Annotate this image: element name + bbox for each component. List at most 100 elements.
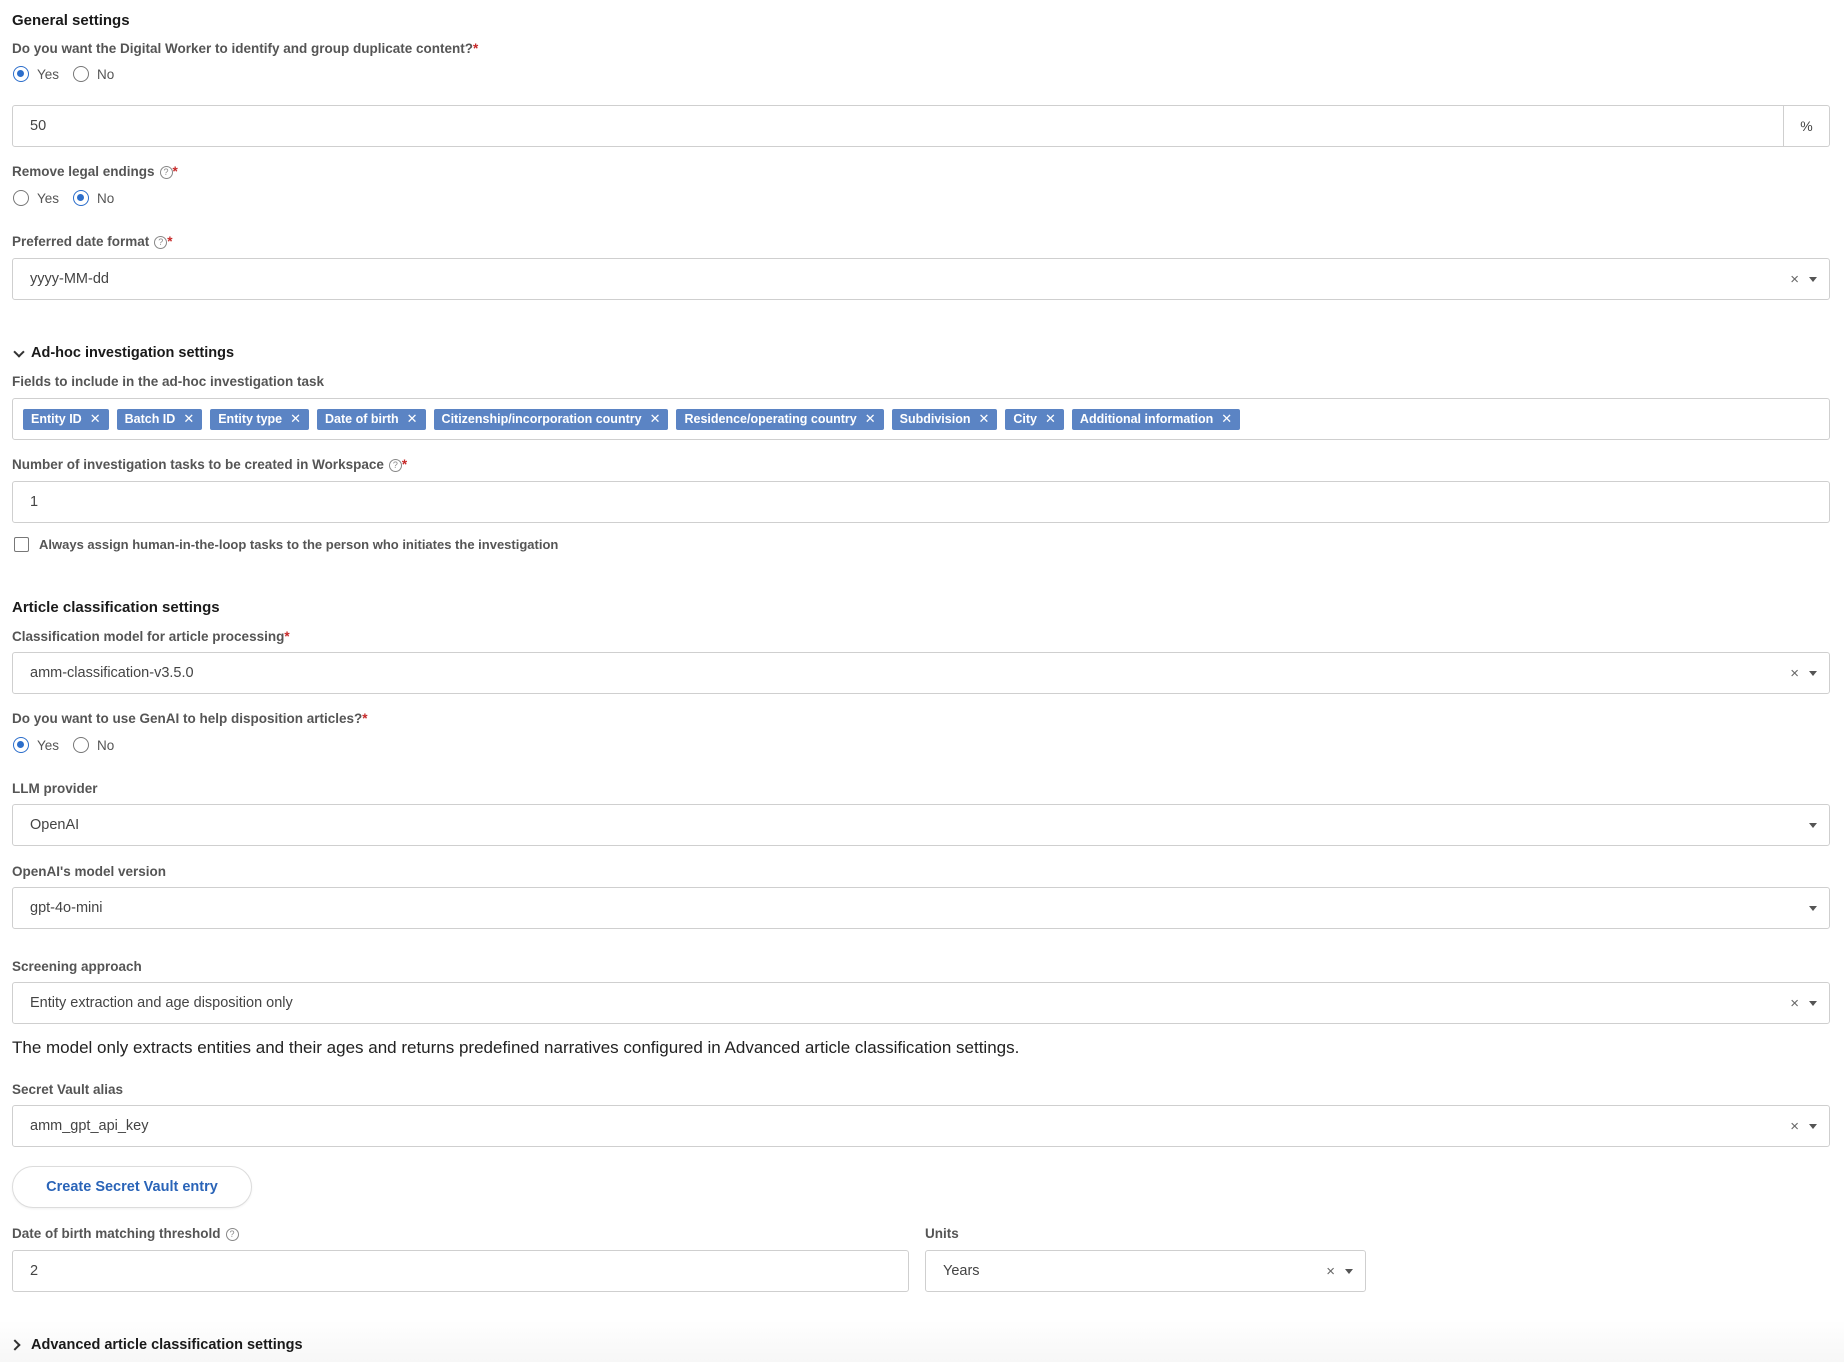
required-asterisk: *	[172, 164, 178, 179]
fields-multiselect[interactable]: Entity ID ✕ Batch ID ✕ Entity type ✕ Date o…	[12, 398, 1830, 440]
vault-alias-label: Secret Vault alias	[12, 1082, 124, 1097]
vault-alias-select[interactable]: amm_gpt_api_key ×	[12, 1105, 1830, 1147]
question-circle-icon[interactable]: ?	[159, 166, 173, 179]
genai-no-option[interactable]: No	[73, 737, 114, 753]
chip-date-of-birth: Date of birth ✕	[317, 408, 426, 430]
chip-label: Subdivision	[899, 412, 971, 426]
chip-city: City ✕	[1005, 408, 1064, 430]
vault-alias-value: amm_gpt_api_key	[30, 1118, 149, 1134]
chip-residence-country: Residence/operating country ✕	[676, 408, 884, 430]
advanced-settings-title[interactable]: Advanced article classification settings	[31, 1337, 303, 1353]
screening-approach-label: Screening approach	[12, 959, 142, 974]
chip-entity-type: Entity type ✕	[210, 408, 310, 430]
required-asterisk: *	[284, 629, 290, 644]
chip-remove-icon[interactable]: ✕	[650, 411, 661, 427]
clear-x-icon[interactable]: ×	[1790, 1118, 1799, 1135]
llm-provider-label: LLM provider	[12, 781, 98, 796]
clear-x-icon[interactable]: ×	[1790, 271, 1799, 288]
radio-icon[interactable]	[73, 737, 90, 753]
date-format-select[interactable]: yyyy-MM-dd ×	[12, 258, 1830, 300]
duplicate-yes-option[interactable]: Yes	[13, 66, 59, 82]
threshold-input-group: 50 %	[12, 105, 1830, 147]
legal-endings-radio-group: Yes No	[13, 190, 128, 206]
chip-entity-id: Entity ID ✕	[23, 408, 109, 430]
genai-question-text: Do you want to use GenAI to help disposi…	[12, 711, 363, 726]
legal-endings-no-option[interactable]: No	[73, 190, 114, 206]
chip-label: Entity type	[218, 412, 283, 426]
adhoc-settings-title[interactable]: Ad-hoc investigation settings	[31, 345, 234, 361]
chevron-down-icon[interactable]	[13, 346, 25, 358]
legal-endings-yes-option[interactable]: Yes	[13, 190, 59, 206]
caret-down-icon[interactable]	[1809, 276, 1817, 282]
question-circle-icon[interactable]: ?	[225, 1228, 239, 1241]
chip-remove-icon[interactable]: ✕	[978, 411, 989, 427]
required-asterisk: *	[362, 711, 368, 726]
model-version-value: gpt-4o-mini	[30, 900, 103, 916]
threshold-input[interactable]: 50	[12, 105, 1784, 147]
threshold-value: 50	[30, 118, 47, 134]
chip-label: Batch ID	[124, 412, 176, 426]
assign-checkbox[interactable]	[14, 537, 29, 552]
assign-checkbox-row[interactable]: Always assign human-in-the-loop tasks to…	[14, 537, 558, 552]
chevron-right-icon[interactable]	[9, 1339, 21, 1351]
radio-icon[interactable]	[73, 66, 90, 82]
chip-label: Entity ID	[31, 412, 82, 426]
caret-down-icon[interactable]	[1345, 1268, 1353, 1274]
chip-remove-icon[interactable]: ✕	[1221, 411, 1232, 427]
caret-down-icon[interactable]	[1809, 905, 1817, 911]
units-select[interactable]: Years ×	[925, 1250, 1366, 1292]
chip-additional-information: Additional information ✕	[1071, 408, 1241, 430]
clear-x-icon[interactable]: ×	[1326, 1263, 1335, 1280]
create-vault-entry-button[interactable]: Create Secret Vault entry	[12, 1166, 252, 1208]
legal-endings-label: Remove legal endings? *	[12, 164, 178, 179]
chip-remove-icon[interactable]: ✕	[183, 411, 194, 427]
screening-approach-value: Entity extraction and age disposition on…	[30, 995, 293, 1011]
llm-provider-select[interactable]: OpenAI	[12, 804, 1830, 846]
screening-description: The model only extracts entities and the…	[12, 1038, 1020, 1057]
caret-down-icon[interactable]	[1809, 1000, 1817, 1006]
caret-down-icon[interactable]	[1809, 822, 1817, 828]
chip-remove-icon[interactable]: ✕	[865, 411, 876, 427]
classification-model-text: Classification model for article process…	[12, 629, 285, 644]
required-asterisk: *	[473, 41, 479, 56]
radio-icon[interactable]	[13, 190, 29, 206]
genai-question-label: Do you want to use GenAI to help disposi…	[12, 711, 368, 726]
model-version-select[interactable]: gpt-4o-mini	[12, 887, 1830, 929]
dob-threshold-value: 2	[30, 1263, 39, 1279]
radio-checked-icon[interactable]	[13, 66, 29, 82]
classification-model-label: Classification model for article process…	[12, 629, 290, 644]
question-circle-icon[interactable]: ?	[154, 236, 168, 249]
chip-label: City	[1013, 412, 1038, 426]
chip-remove-icon[interactable]: ✕	[290, 411, 301, 427]
chip-remove-icon[interactable]: ✕	[1045, 411, 1056, 427]
chip-batch-id: Batch ID ✕	[116, 408, 203, 430]
genai-radio-group: Yes No	[13, 737, 128, 753]
caret-down-icon[interactable]	[1809, 1123, 1817, 1129]
clear-x-icon[interactable]: ×	[1790, 995, 1799, 1012]
clear-x-icon[interactable]: ×	[1790, 665, 1799, 682]
radio-checked-icon[interactable]	[13, 737, 29, 753]
advanced-collapse-toggle[interactable]	[9, 1336, 21, 1354]
screening-approach-select[interactable]: Entity extraction and age disposition on…	[12, 982, 1830, 1024]
adhoc-collapse-toggle[interactable]	[13, 343, 25, 361]
genai-yes-option[interactable]: Yes	[13, 737, 59, 753]
duplicate-radio-group: Yes No	[13, 66, 128, 82]
classification-model-select[interactable]: amm-classification-v3.5.0 ×	[12, 652, 1830, 694]
chip-remove-icon[interactable]: ✕	[407, 411, 418, 427]
caret-down-icon[interactable]	[1809, 670, 1817, 676]
tasks-number-input[interactable]: 1	[12, 481, 1830, 523]
tasks-number-text: Number of investigation tasks to be crea…	[12, 457, 384, 472]
chip-remove-icon[interactable]: ✕	[90, 411, 101, 427]
article-settings-title: Article classification settings	[12, 599, 220, 616]
radio-checked-icon[interactable]	[73, 190, 90, 206]
assign-checkbox-label: Always assign human-in-the-loop tasks to…	[39, 537, 559, 552]
duplicate-no-option[interactable]: No	[73, 66, 114, 82]
date-format-label: Preferred date format? *	[12, 234, 173, 249]
chip-label: Date of birth	[325, 412, 399, 426]
date-format-text: Preferred date format	[12, 234, 150, 249]
chip-label: Residence/operating country	[684, 412, 857, 426]
model-version-label: OpenAI's model version	[12, 864, 166, 879]
legal-endings-text: Remove legal endings	[12, 164, 155, 179]
question-circle-icon[interactable]: ?	[388, 459, 402, 472]
dob-threshold-input[interactable]: 2	[12, 1250, 909, 1292]
